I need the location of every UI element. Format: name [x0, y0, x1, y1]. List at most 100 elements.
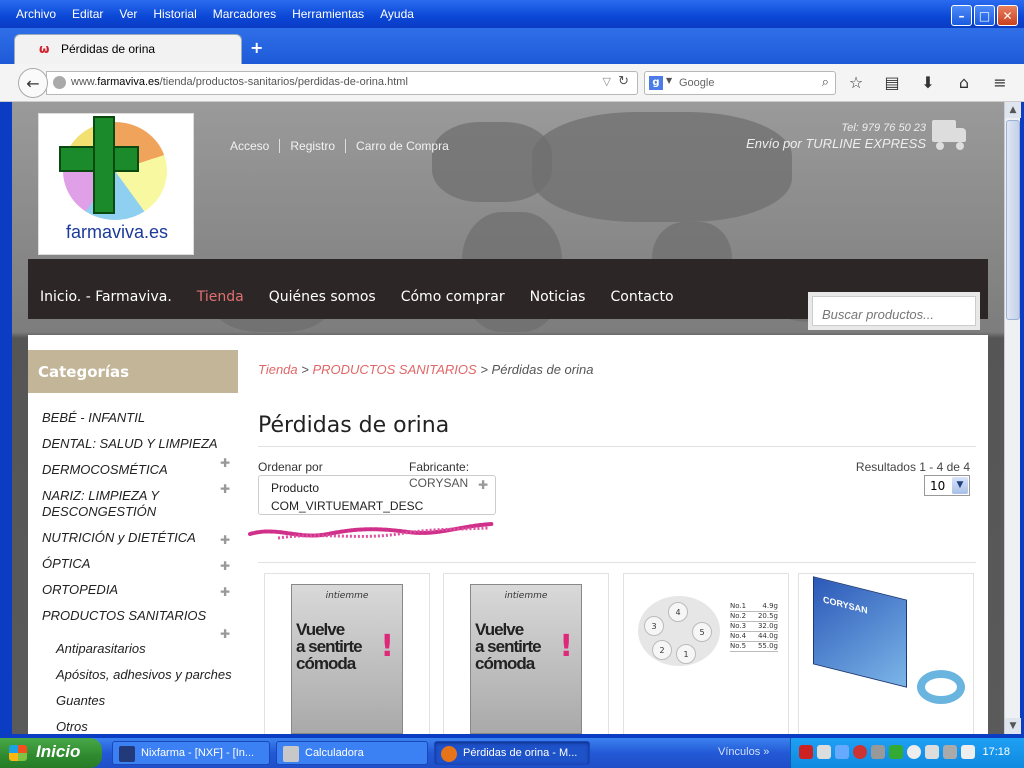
arrow-left-icon: ←	[26, 73, 40, 93]
category-ortopedia[interactable]: ORTOPEDIA	[42, 582, 118, 598]
product-card[interactable]: intiemme Vuelve a sentirte cómoda !	[264, 573, 430, 734]
menu-archivo[interactable]: Archivo	[14, 7, 58, 21]
download-icon[interactable]: ⬇	[918, 73, 938, 92]
order-label: Ordenar por	[258, 460, 323, 474]
engine-dropdown-icon[interactable]: ▼	[666, 76, 672, 85]
start-button[interactable]: Inicio	[0, 738, 102, 768]
expand-plus-icon[interactable]: ✚	[220, 585, 230, 599]
category-optica[interactable]: ÓPTICA	[42, 556, 90, 572]
taskbar-item-calculadora[interactable]: Calculadora	[276, 741, 428, 765]
nav-contacto[interactable]: Contacto	[610, 289, 673, 305]
category-productos-sanitarios[interactable]: PRODUCTOS SANITARIOS	[42, 608, 206, 624]
tray-search-icon[interactable]	[817, 745, 831, 759]
expand-plus-icon[interactable]: ✚	[220, 627, 230, 641]
category-bebe-infantil[interactable]: BEBÉ - INFANTIL	[42, 410, 145, 426]
product-image[interactable]: intiemme Vuelve a sentirte cómoda !	[470, 584, 582, 734]
new-tab-plus-icon[interactable]: +	[250, 38, 263, 57]
divider	[258, 446, 976, 447]
scroll-down-icon[interactable]: ▼	[1005, 718, 1021, 734]
contact-info: Tel: 979 76 50 23 Envío por TURLINE EXPR…	[746, 122, 926, 151]
subcategory-guantes[interactable]: Guantes	[56, 693, 105, 709]
tray-misc-icon[interactable]	[961, 745, 975, 759]
taskbar-item-browser[interactable]: Pérdidas de orina - M...	[434, 741, 590, 765]
product-slogan: Vuelve a sentirte cómoda	[475, 620, 542, 673]
breadcrumb-tienda[interactable]: Tienda	[258, 362, 298, 377]
tab-title: Pérdidas de orina	[61, 42, 156, 56]
tray-network-icon[interactable]	[835, 745, 849, 759]
product-search-input[interactable]: Buscar productos...	[812, 296, 976, 326]
tray-monitor-icon[interactable]	[871, 745, 885, 759]
nav-inicio[interactable]: Inicio. - Farmaviva.	[40, 289, 172, 305]
menu-marcadores[interactable]: Marcadores	[211, 7, 278, 21]
back-button[interactable]: ←	[18, 68, 48, 98]
tray-update-icon[interactable]	[889, 745, 903, 759]
weight-ball: 3	[644, 616, 664, 636]
vertical-scrollbar[interactable]: ▲ ▼	[1004, 102, 1021, 734]
order-direction[interactable]: COM_VIRTUEMART_DESC	[271, 499, 423, 513]
category-dermocosmetica[interactable]: DERMOCOSMÉTICA	[42, 462, 168, 478]
magnifier-icon[interactable]: ⌕	[822, 75, 829, 90]
manufacturer-value[interactable]: CORYSAN	[409, 476, 468, 490]
minimize-button[interactable]: –	[951, 5, 972, 26]
url-bar[interactable]: www.farmaviva.es/tienda/productos-sanita…	[46, 71, 638, 95]
farmaviva-logo[interactable]: farmaviva.es	[38, 113, 194, 255]
browser-window: Archivo Editar Ver Historial Marcadores …	[0, 0, 1024, 738]
menu-historial[interactable]: Historial	[151, 7, 198, 21]
breadcrumb-productos-sanitarios[interactable]: PRODUCTOS SANITARIOS	[312, 362, 476, 377]
search-engine-bar[interactable]: g ▼ Google ⌕	[644, 71, 836, 95]
taskbar-item-nixfarma[interactable]: Nixfarma - [NXF] - [In...	[112, 741, 270, 765]
expand-plus-icon[interactable]: ✚	[220, 482, 230, 496]
hamburger-menu-icon[interactable]: ≡	[990, 73, 1010, 92]
category-nariz-line2[interactable]: DESCONGESTIÓN	[42, 504, 156, 520]
scroll-thumb[interactable]	[1006, 120, 1020, 320]
product-card[interactable]: 4 3 5 2 1 No.1 4.9g No.2 20.5g No.3 32.0g N…	[623, 573, 789, 734]
reload-icon[interactable]: ↻	[618, 74, 629, 89]
manufacturer-expand-icon[interactable]: ✚	[478, 478, 488, 492]
bookmark-star-icon[interactable]: ☆	[846, 73, 866, 92]
close-button[interactable]: ✕	[997, 5, 1018, 26]
category-nutricion[interactable]: NUTRICIÓN y DIETÉTICA	[42, 530, 196, 546]
link-registro[interactable]: Registro	[280, 139, 347, 153]
nav-como-comprar[interactable]: Cómo comprar	[401, 289, 505, 305]
product-card[interactable]: intiemme Vuelve a sentirte cómoda !	[443, 573, 609, 734]
tray-info-icon[interactable]	[907, 745, 921, 759]
chevron-down-icon[interactable]: ▼	[952, 477, 968, 494]
category-dental[interactable]: DENTAL: SALUD Y LIMPIEZA	[42, 436, 218, 452]
nav-tienda[interactable]: Tienda	[197, 289, 244, 305]
url-dropdown-icon[interactable]: ▽	[603, 75, 611, 88]
menu-herramientas[interactable]: Herramientas	[290, 7, 366, 21]
firefox-icon	[441, 746, 457, 762]
tray-security-icon[interactable]	[853, 745, 867, 759]
speaker-icon[interactable]	[925, 745, 939, 759]
tray-app-icon[interactable]	[799, 745, 813, 759]
product-image[interactable]: intiemme Vuelve a sentirte cómoda !	[291, 584, 403, 734]
category-sidebar: Categorías BEBÉ - INFANTIL DENTAL: SALUD…	[28, 350, 238, 734]
results-limit-select[interactable]: 10 ▼	[924, 475, 970, 496]
expand-plus-icon[interactable]: ✚	[220, 456, 230, 470]
subcategory-apositos[interactable]: Apósitos, adhesivos y parches	[56, 667, 232, 683]
nav-quienes-somos[interactable]: Quiénes somos	[269, 289, 376, 305]
maximize-button[interactable]: □	[974, 5, 995, 26]
menu-ayuda[interactable]: Ayuda	[378, 7, 416, 21]
category-nariz[interactable]: NARIZ: LIMPIEZA Y	[42, 488, 159, 504]
link-acceso[interactable]: Acceso	[230, 139, 281, 153]
subcategory-antiparasitarios[interactable]: Antiparasitarios	[56, 641, 146, 657]
home-icon[interactable]: ⌂	[954, 73, 974, 92]
nav-noticias[interactable]: Noticias	[530, 289, 586, 305]
expand-plus-icon[interactable]: ✚	[220, 559, 230, 573]
subcategory-otros[interactable]: Otros	[56, 719, 88, 734]
menu-ver[interactable]: Ver	[117, 7, 139, 21]
product-image[interactable]: CORYSAN	[809, 576, 969, 712]
reading-list-icon[interactable]: ▤	[882, 73, 902, 92]
scroll-up-icon[interactable]: ▲	[1005, 102, 1021, 118]
menu-editar[interactable]: Editar	[70, 7, 105, 21]
search-engine-placeholder: Google	[679, 77, 715, 89]
expand-plus-icon[interactable]: ✚	[220, 533, 230, 547]
product-image[interactable]: 4 3 5 2 1 No.1 4.9g No.2 20.5g No.3 32.0g N…	[632, 582, 782, 692]
tray-device-icon[interactable]	[943, 745, 957, 759]
tab-active[interactable]: ω Pérdidas de orina	[14, 34, 242, 64]
links-toolbar[interactable]: Vínculos »	[718, 746, 769, 758]
product-card[interactable]: CORYSAN	[798, 573, 974, 734]
link-carro-compra[interactable]: Carro de Compra	[346, 139, 459, 153]
categories-heading: Categorías	[28, 350, 238, 393]
